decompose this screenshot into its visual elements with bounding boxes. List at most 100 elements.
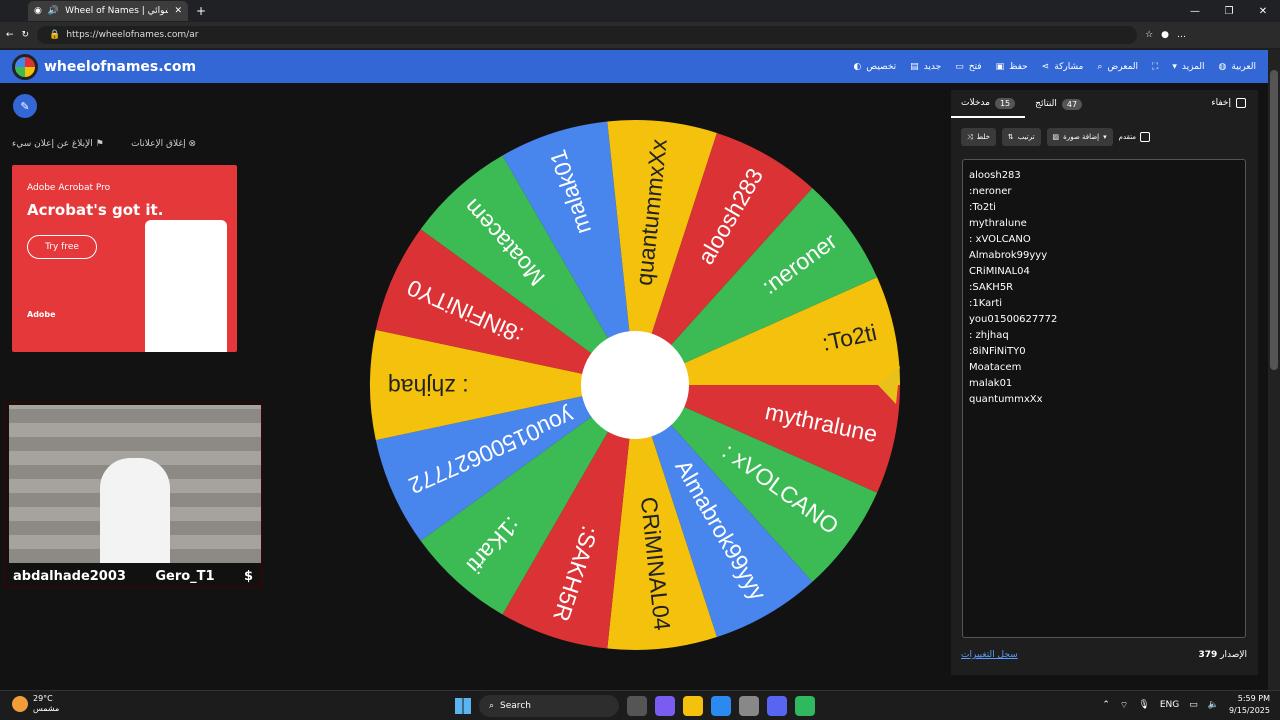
file-icon: ▤ xyxy=(910,61,919,72)
back-icon[interactable]: ← xyxy=(6,30,14,40)
url-text: https://wheelofnames.com/ar xyxy=(66,30,199,40)
menu-gallery[interactable]: ⌕ المعرض xyxy=(1097,62,1138,72)
language-indicator[interactable]: ENG xyxy=(1160,700,1179,710)
ad-product: Adobe Acrobat Pro xyxy=(27,183,111,193)
version-info: 379 الإصدار xyxy=(1198,650,1247,660)
app-icon[interactable] xyxy=(795,696,815,716)
entry-item: quantummxXx xyxy=(969,394,1043,405)
fullscreen-icon: ⛶ xyxy=(1152,61,1159,72)
dollar-icon: $ xyxy=(243,568,253,584)
palette-icon: ◐ xyxy=(853,61,862,72)
system-tray: ⌃ ⌔ 🎙 ENG ▭ 🔈 5:59 PM 9/15/2025 xyxy=(1102,693,1270,717)
shuffle-button[interactable]: ⤨ خلط xyxy=(961,128,996,146)
favorites-icon[interactable]: ☆ xyxy=(1145,30,1153,40)
logo-icon[interactable] xyxy=(12,53,38,80)
hide-toggle[interactable]: إخفاء xyxy=(1211,98,1246,108)
store-icon[interactable] xyxy=(739,696,759,716)
ad-controls: الإبلاغ عن إعلان سيء ⚑ إغلاق الإعلانات ⊗ xyxy=(12,139,196,149)
display-icon[interactable]: ▭ xyxy=(1189,700,1198,710)
changelog-link[interactable]: سجل التغييرات xyxy=(961,650,1018,660)
menu-more[interactable]: ▾ المزيد xyxy=(1172,62,1204,72)
entries-textarea[interactable]: aloosh283:neroner:To2ti mythralune: xVOLC… xyxy=(962,159,1246,638)
webcam-person xyxy=(100,458,170,563)
ad-try-button[interactable]: Try free xyxy=(27,235,97,259)
lock-icon: 🔒 xyxy=(49,30,61,40)
volume-icon[interactable]: 🔈 xyxy=(1208,700,1219,710)
menu-fullscreen[interactable]: ⛶ xyxy=(1152,62,1158,72)
clock[interactable]: 5:59 PM 9/15/2025 xyxy=(1229,693,1270,717)
chevron-up-icon[interactable]: ⌃ xyxy=(1102,700,1110,710)
wheel-svg[interactable]: :To2timythralune: xVOLCANOAlmabrok99yyyC… xyxy=(368,118,902,652)
advertisement[interactable]: Adobe Acrobat Pro Acrobat's got it. Try … xyxy=(12,165,237,352)
webcam-names: abdalhade2003 Gero_T1 $ xyxy=(5,565,261,587)
close-tab-icon[interactable]: ✕ xyxy=(174,6,182,16)
file-explorer-icon[interactable] xyxy=(683,696,703,716)
entry-item: you01500627772 xyxy=(969,314,1058,325)
report-ad-link[interactable]: الإبلاغ عن إعلان سيء ⚑ xyxy=(12,139,104,149)
task-view-icon[interactable] xyxy=(627,696,647,716)
tab-results[interactable]: النتائج 47 xyxy=(1025,90,1092,118)
page-scrollbar[interactable] xyxy=(1268,50,1280,690)
wifi-icon[interactable]: ⌔ xyxy=(1120,700,1128,711)
weather-widget[interactable]: 29°C مشمس xyxy=(12,694,59,714)
menu-new[interactable]: ▤ جديد xyxy=(910,62,941,72)
more-icon[interactable]: … xyxy=(1177,30,1186,40)
wheel[interactable]: :To2ti mythralune: xVOLCANO Almabrok99yyy C… xyxy=(368,118,902,652)
taskbar-apps: ⌕ Search xyxy=(455,695,815,717)
sun-icon xyxy=(12,696,28,712)
discord-icon[interactable] xyxy=(767,696,787,716)
weather-temp: 29°C xyxy=(33,694,53,703)
speaker-icon[interactable]: 🔊 xyxy=(48,6,59,16)
entry-item: mythralune xyxy=(969,218,1027,229)
caret-down-icon: ▾ xyxy=(1172,61,1177,72)
share-icon: ⋖ xyxy=(1041,61,1050,72)
window-controls: — ❐ ✕ xyxy=(1178,0,1280,22)
menu-customize[interactable]: ◐ تخصيص xyxy=(853,62,896,72)
mic-icon[interactable]: 🎙 xyxy=(1138,700,1149,710)
ad-document-image xyxy=(145,220,227,352)
ad-headline: Acrobat's got it. xyxy=(27,201,164,219)
entries-toolbar: ⤨ خلط ⇅ ترتيب ▨ إضافة صورة ▾ متقدم xyxy=(961,128,1151,146)
start-icon[interactable] xyxy=(455,698,471,714)
browser-tab-bar: ◉ 🔊 Wheel of Names | العشوائي ... ✕ + — … xyxy=(0,0,1280,22)
close-ads-button[interactable]: إغلاق الإعلانات ⊗ xyxy=(131,139,196,149)
sort-button[interactable]: ⇅ ترتيب xyxy=(1001,128,1041,146)
wheel-slice-label: : zhjhaq xyxy=(388,374,469,400)
new-tab-icon[interactable]: + xyxy=(196,4,206,18)
sort-icon: ⇅ xyxy=(1007,133,1014,141)
taskbar-search[interactable]: ⌕ Search xyxy=(479,695,619,717)
caret-down-icon: ▾ xyxy=(1103,133,1107,141)
edge-icon[interactable] xyxy=(711,696,731,716)
menu-language[interactable]: ◍ العربية xyxy=(1219,62,1256,72)
wheel-center[interactable] xyxy=(581,331,689,439)
entry-item: :neroner xyxy=(969,186,1012,197)
menu-open[interactable]: ▭ فتح xyxy=(955,62,981,72)
webcam-name-left: abdalhade2003 xyxy=(13,568,126,584)
menu-save[interactable]: ▣ حفظ xyxy=(996,62,1028,72)
profile-icon[interactable]: ● xyxy=(1161,30,1169,40)
copilot-icon[interactable] xyxy=(655,696,675,716)
advanced-toggle[interactable]: متقدم xyxy=(1119,132,1151,142)
add-image-button[interactable]: ▨ إضافة صورة ▾ xyxy=(1046,128,1113,146)
entry-item: Almabrok99yyy xyxy=(969,250,1048,261)
browser-tab[interactable]: ◉ 🔊 Wheel of Names | العشوائي ... ✕ xyxy=(28,1,188,21)
entry-item: :To2ti xyxy=(969,202,996,213)
tab-entries[interactable]: مدخلات 15 xyxy=(951,90,1026,118)
edit-icon[interactable]: ✎ xyxy=(13,94,37,118)
url-field[interactable]: 🔒 https://wheelofnames.com/ar xyxy=(37,26,1138,44)
close-window-icon[interactable]: ✕ xyxy=(1246,0,1280,22)
brand-title[interactable]: wheelofnames.com xyxy=(44,59,196,75)
save-icon: ▣ xyxy=(995,61,1005,72)
search-icon: ⌕ xyxy=(489,701,495,711)
maximize-icon[interactable]: ❐ xyxy=(1212,0,1246,22)
panel-footer: سجل التغييرات 379 الإصدار xyxy=(961,650,1247,660)
minimize-icon[interactable]: — xyxy=(1178,0,1212,22)
entry-item: : xVOLCANO xyxy=(969,234,1031,245)
scrollbar-thumb[interactable] xyxy=(1270,70,1278,370)
tab-title: Wheel of Names | العشوائي ... xyxy=(65,6,168,16)
reload-icon[interactable]: ↻ xyxy=(22,30,30,40)
entry-item: :8iNFiNiTY0 xyxy=(969,346,1026,357)
results-count-badge: 47 xyxy=(1061,98,1083,110)
entries-count-badge: 15 xyxy=(994,97,1016,109)
menu-share[interactable]: ⋖ مشاركة xyxy=(1042,62,1084,72)
